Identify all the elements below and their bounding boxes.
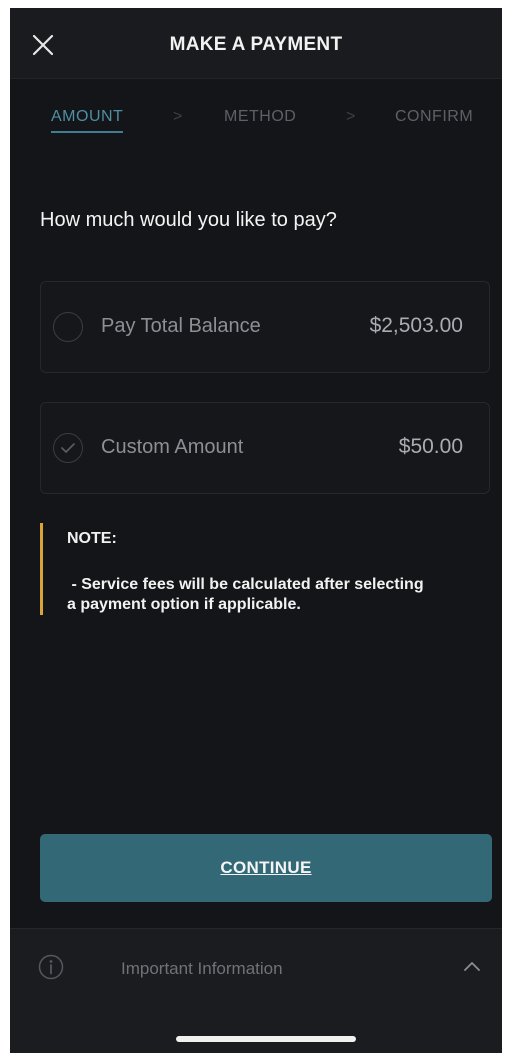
option-amount: $50.00	[398, 435, 463, 458]
payment-screen: MAKE A PAYMENT AMOUNT > METHOD > CONFIRM…	[10, 8, 502, 1053]
note-line-2: a payment option if applicable.	[67, 596, 301, 613]
note-accent-bar	[40, 523, 43, 615]
amount-question: How much would you like to pay?	[40, 209, 337, 231]
step-amount[interactable]: AMOUNT	[51, 108, 124, 133]
continue-button[interactable]: CONTINUE	[40, 834, 492, 902]
continue-button-label: CONTINUE	[220, 858, 312, 877]
step-confirm-label: CONFIRM	[395, 108, 474, 125]
note-box: NOTE: - Service fees will be calculated …	[40, 523, 500, 615]
option-custom-amount[interactable]: Custom Amount $50.00	[40, 402, 490, 494]
radio-checked-icon[interactable]	[53, 433, 83, 463]
step-indicator: AMOUNT > METHOD > CONFIRM	[10, 108, 502, 138]
note-body: - Service fees will be calculated after …	[67, 575, 497, 615]
important-information-bar[interactable]: Important Information	[10, 928, 502, 1053]
option-label: Pay Total Balance	[101, 315, 261, 337]
step-method[interactable]: METHOD	[224, 108, 296, 126]
chevron-up-icon[interactable]	[462, 959, 482, 975]
option-amount: $2,503.00	[369, 314, 463, 337]
active-step-underline	[51, 131, 124, 133]
important-information-label: Important Information	[121, 959, 283, 978]
page-title: MAKE A PAYMENT	[169, 34, 343, 55]
note-title: NOTE:	[67, 530, 117, 547]
header: MAKE A PAYMENT	[10, 8, 502, 79]
radio-unselected-icon[interactable]	[53, 312, 83, 342]
note-line-1: - Service fees will be calculated after …	[67, 576, 424, 593]
chevron-right-icon: >	[346, 108, 356, 125]
info-icon	[38, 954, 64, 980]
step-confirm[interactable]: CONFIRM	[395, 108, 473, 126]
option-label: Custom Amount	[101, 436, 244, 458]
option-pay-total-balance[interactable]: Pay Total Balance $2,503.00	[40, 281, 490, 373]
home-indicator[interactable]	[176, 1036, 356, 1042]
chevron-right-icon: >	[173, 108, 183, 125]
step-method-label: METHOD	[224, 108, 297, 125]
step-amount-label: AMOUNT	[51, 108, 124, 125]
